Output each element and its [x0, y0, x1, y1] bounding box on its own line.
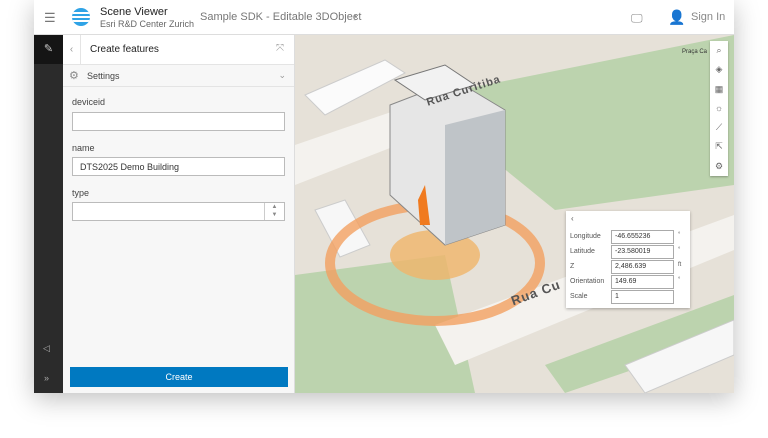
latitude-input[interactable]: -23.580019	[611, 245, 674, 259]
orientation-input[interactable]: 149.69	[611, 275, 674, 289]
menu-icon[interactable]: ☰	[44, 10, 56, 26]
collapse-icon[interactable]: ⤧	[276, 43, 284, 54]
org-name: Esri R&D Center Zurich	[100, 19, 195, 29]
search-icon[interactable]: ⌕	[710, 41, 728, 60]
panel-title: Create features	[90, 44, 159, 55]
row-unit: °	[678, 277, 681, 283]
side-rail: ✎ ◁ »	[34, 35, 63, 393]
create-features-panel: ‹ Create features ⤧ ⚙ Settings ⌄ devicei…	[63, 35, 295, 393]
stepper[interactable]: ▲ ▼	[264, 203, 284, 220]
type-input[interactable]: ▲ ▼	[72, 202, 285, 221]
scene-view[interactable]: Rua Curitiba Rua Cu Praça Ca ⌕ ◈ ▦ ☼ ⟋ ⇱…	[295, 35, 734, 393]
map-toolbar: ⌕ ◈ ▦ ☼ ⟋ ⇱ ⚙	[710, 41, 728, 176]
row-unit: °	[678, 247, 681, 253]
back-button[interactable]: ‹	[63, 35, 81, 65]
name-input[interactable]: DTS2025 Demo Building	[72, 157, 285, 176]
row-label: Orientation	[570, 278, 605, 285]
scale-input[interactable]: 1	[611, 290, 674, 304]
field-label: type	[72, 188, 90, 198]
z-input[interactable]: 2,486.639	[611, 260, 674, 274]
popup-row: Scale 1	[570, 290, 688, 304]
basemap-gallery-icon[interactable]: ▦	[710, 80, 728, 99]
share-icon[interactable]: ⇱	[710, 137, 728, 156]
popup-row: Latitude -23.580019 °	[570, 245, 688, 259]
gear-icon: ⚙	[69, 70, 79, 82]
row-label: Longitude	[570, 233, 601, 240]
deviceid-input[interactable]	[72, 112, 285, 131]
row-unit: °	[678, 232, 681, 238]
popup-row: Longitude -46.655236 °	[570, 230, 688, 244]
scene-title: Sample SDK - Editable 3DObject	[200, 11, 362, 23]
app-name: Scene Viewer	[100, 6, 168, 18]
field-label: deviceid	[72, 97, 106, 107]
measure-icon[interactable]: ⟋	[710, 118, 728, 137]
row-label: Z	[570, 263, 575, 270]
popup-row: Orientation 149.69 °	[570, 275, 688, 289]
settings-label: Settings	[87, 71, 120, 81]
daylight-icon[interactable]: ☼	[710, 99, 728, 118]
feedback-icon[interactable]: ◁	[43, 343, 50, 354]
row-unit: ft	[678, 262, 682, 268]
monitor-icon[interactable]: 🖵	[631, 11, 643, 26]
popup-row: Z 2,486.639 ft	[570, 260, 688, 274]
app-logo	[72, 8, 90, 26]
settings-section[interactable]: ⚙ Settings ⌄	[63, 65, 294, 87]
expand-icon[interactable]: »	[44, 373, 49, 383]
scene-info-icon[interactable]: ◔	[351, 10, 358, 24]
chevron-down-icon: ⌄	[278, 70, 286, 80]
row-label: Latitude	[570, 248, 595, 255]
settings-gears-icon[interactable]: ⚙	[710, 157, 728, 176]
app-window: ☰ Scene Viewer Esri R&D Center Zurich Sa…	[34, 0, 734, 393]
longitude-input[interactable]: -46.655236	[611, 230, 674, 244]
header: ☰ Scene Viewer Esri R&D Center Zurich Sa…	[34, 0, 734, 35]
user-icon[interactable]: 👤	[668, 9, 685, 26]
create-button[interactable]: Create	[70, 367, 288, 387]
sign-in-link[interactable]: Sign In	[691, 11, 725, 23]
street-label: Praça Ca	[682, 49, 708, 55]
back-icon[interactable]: ‹	[571, 214, 574, 223]
layers-icon[interactable]: ◈	[710, 60, 728, 79]
row-label: Scale	[570, 293, 588, 300]
create-features-icon[interactable]: ✎	[34, 35, 63, 64]
transform-popup: ‹ Longitude -46.655236 ° Latitude -23.58001…	[566, 211, 690, 308]
field-label: name	[72, 143, 95, 153]
